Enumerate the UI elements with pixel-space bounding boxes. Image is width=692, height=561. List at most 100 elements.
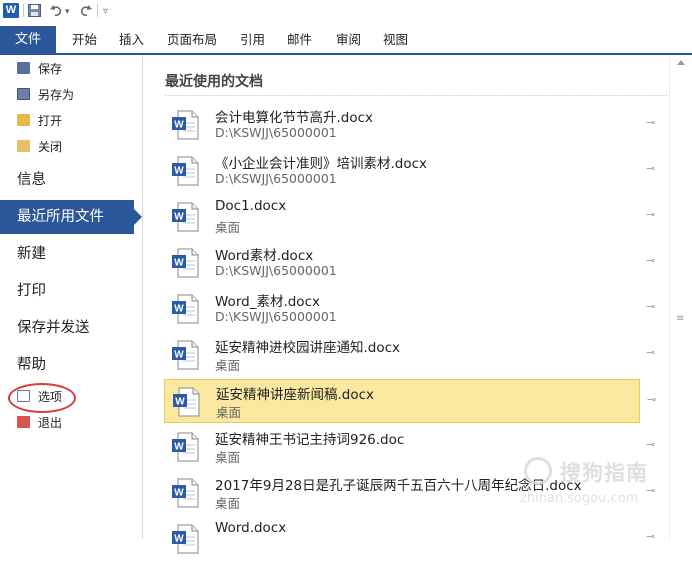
- svg-text:W: W: [174, 304, 184, 315]
- open-folder-icon: [17, 114, 30, 126]
- nav-open-label: 打开: [38, 114, 63, 128]
- svg-text:W: W: [174, 488, 184, 499]
- word-document-icon: W: [172, 524, 199, 554]
- nav-open[interactable]: 打开: [17, 111, 62, 131]
- nav-recent-label: 最近所用文件: [17, 209, 104, 225]
- nav-save[interactable]: 保存: [17, 59, 62, 79]
- watermark: 搜狗指南 zhinan.sogou.com: [520, 455, 680, 515]
- highlight-circle: [8, 383, 76, 413]
- document-name: 会计电算化节节高升.docx: [215, 110, 374, 126]
- tab-review[interactable]: 审阅: [336, 26, 361, 53]
- tab-page-layout[interactable]: 页面布局: [167, 26, 217, 53]
- nav-save-as-label: 另存为: [38, 88, 75, 102]
- watermark-url: zhinan.sogou.com: [520, 491, 639, 506]
- word-document-icon: W: [172, 156, 199, 186]
- customize-toolbar-icon[interactable]: ▿: [103, 4, 108, 19]
- word-document-icon: W: [173, 387, 200, 417]
- document-name: 《小企业会计准则》培训素材.docx: [215, 156, 428, 172]
- tab-view[interactable]: 视图: [383, 26, 408, 53]
- scroll-up-icon[interactable]: [677, 60, 685, 65]
- document-name: Word.docx: [215, 520, 287, 536]
- undo-icon[interactable]: [50, 4, 63, 17]
- document-name: Doc1.docx: [215, 198, 287, 214]
- nav-close[interactable]: 关闭: [17, 137, 62, 157]
- nav-new[interactable]: 新建: [17, 241, 46, 267]
- svg-text:W: W: [174, 166, 184, 177]
- watermark-brand: 搜狗指南: [560, 461, 648, 485]
- tab-references[interactable]: 引用: [240, 26, 265, 53]
- word-document-icon: W: [172, 202, 199, 232]
- recent-document-item[interactable]: W Word.docx ⊸: [164, 517, 655, 561]
- pin-icon[interactable]: ⊸: [647, 393, 656, 406]
- backstage-nav: 保存 另存为 打开 关闭 信息 最近所用文件 新建 打印 保存并发送 帮助 选项…: [0, 55, 143, 539]
- pin-icon[interactable]: ⊸: [646, 300, 655, 313]
- sogou-logo-icon: [524, 457, 552, 485]
- tab-home[interactable]: 开始: [72, 26, 97, 53]
- recent-document-item[interactable]: W 延安精神讲座新闻稿.docx 桌面 ⊸: [164, 379, 656, 423]
- pin-icon[interactable]: ⊸: [646, 530, 655, 543]
- pin-icon[interactable]: ⊸: [646, 162, 655, 175]
- scroll-grip-icon[interactable]: ≡: [676, 314, 684, 324]
- word-document-icon: W: [172, 432, 199, 462]
- nav-info[interactable]: 信息: [17, 167, 46, 193]
- undo-dropdown-icon[interactable]: ▾: [65, 5, 70, 20]
- toolbar-divider: [23, 4, 24, 17]
- nav-save-label: 保存: [38, 62, 63, 76]
- recent-document-item[interactable]: W 会计电算化节节高升.docx D:\KSWJJ\65000001 ⊸: [164, 103, 655, 147]
- nav-help[interactable]: 帮助: [17, 352, 46, 378]
- document-name: 延安精神讲座新闻稿.docx: [216, 387, 375, 403]
- save-icon: [17, 62, 30, 74]
- document-name: 延安精神王书记主持词926.doc: [215, 432, 405, 448]
- word-document-icon: W: [172, 294, 199, 324]
- save-as-icon: [17, 88, 30, 100]
- close-folder-icon: [17, 140, 30, 152]
- svg-text:W: W: [174, 212, 184, 223]
- exit-icon: [17, 416, 30, 428]
- svg-text:W: W: [174, 534, 184, 545]
- svg-text:W: W: [174, 258, 184, 269]
- tab-file[interactable]: 文件: [0, 26, 56, 53]
- nav-save-send[interactable]: 保存并发送: [17, 315, 90, 341]
- pin-icon[interactable]: ⊸: [646, 254, 655, 267]
- tab-mailings[interactable]: 邮件: [287, 26, 312, 53]
- tab-insert[interactable]: 插入: [119, 26, 144, 53]
- svg-text:W: W: [174, 442, 184, 453]
- document-name: 延安精神进校园讲座通知.docx: [215, 340, 401, 356]
- document-path: D:\KSWJJ\65000001: [215, 309, 337, 324]
- quick-access-toolbar: W ▾ ▿: [0, 0, 692, 22]
- redo-icon[interactable]: [79, 4, 92, 17]
- word-document-icon: W: [172, 478, 199, 508]
- recent-document-item[interactable]: W Doc1.docx 桌面 ⊸: [164, 195, 655, 239]
- pin-icon[interactable]: ⊸: [646, 346, 655, 359]
- svg-text:W: W: [174, 120, 184, 131]
- document-path: D:\KSWJJ\65000001: [215, 125, 337, 140]
- recent-document-item[interactable]: W Word_素材.docx D:\KSWJJ\65000001 ⊸: [164, 287, 655, 331]
- nav-exit[interactable]: 退出: [17, 413, 62, 433]
- heading-divider: [165, 95, 677, 96]
- word-icon[interactable]: W: [3, 3, 19, 18]
- pin-icon[interactable]: ⊸: [646, 116, 655, 129]
- document-path: 桌面: [215, 450, 241, 465]
- document-path: 桌面: [215, 358, 241, 373]
- document-name: Word_素材.docx: [215, 294, 320, 310]
- ribbon-tabs: 文件 开始 插入 页面布局 引用 邮件 审阅 视图: [0, 26, 692, 53]
- recent-documents-heading: 最近使用的文档: [165, 74, 263, 90]
- recent-document-item[interactable]: W 延安精神进校园讲座通知.docx 桌面 ⊸: [164, 333, 655, 377]
- document-path: 桌面: [216, 405, 242, 420]
- toolbar-divider: [97, 4, 98, 17]
- save-icon[interactable]: [28, 4, 41, 17]
- pin-icon[interactable]: ⊸: [646, 438, 655, 451]
- pin-icon[interactable]: ⊸: [646, 208, 655, 221]
- nav-print[interactable]: 打印: [17, 278, 46, 304]
- document-path: 桌面: [215, 496, 241, 511]
- document-path: 桌面: [215, 220, 241, 235]
- svg-text:W: W: [175, 397, 185, 408]
- nav-recent[interactable]: 最近所用文件: [0, 200, 142, 234]
- nav-exit-label: 退出: [38, 416, 63, 430]
- document-path: D:\KSWJJ\65000001: [215, 263, 337, 278]
- nav-save-as[interactable]: 另存为: [17, 85, 74, 105]
- recent-document-item[interactable]: W Word素材.docx D:\KSWJJ\65000001 ⊸: [164, 241, 655, 285]
- word-document-icon: W: [172, 340, 199, 370]
- recent-document-item[interactable]: W 《小企业会计准则》培训素材.docx D:\KSWJJ\65000001 ⊸: [164, 149, 655, 193]
- word-document-icon: W: [172, 248, 199, 278]
